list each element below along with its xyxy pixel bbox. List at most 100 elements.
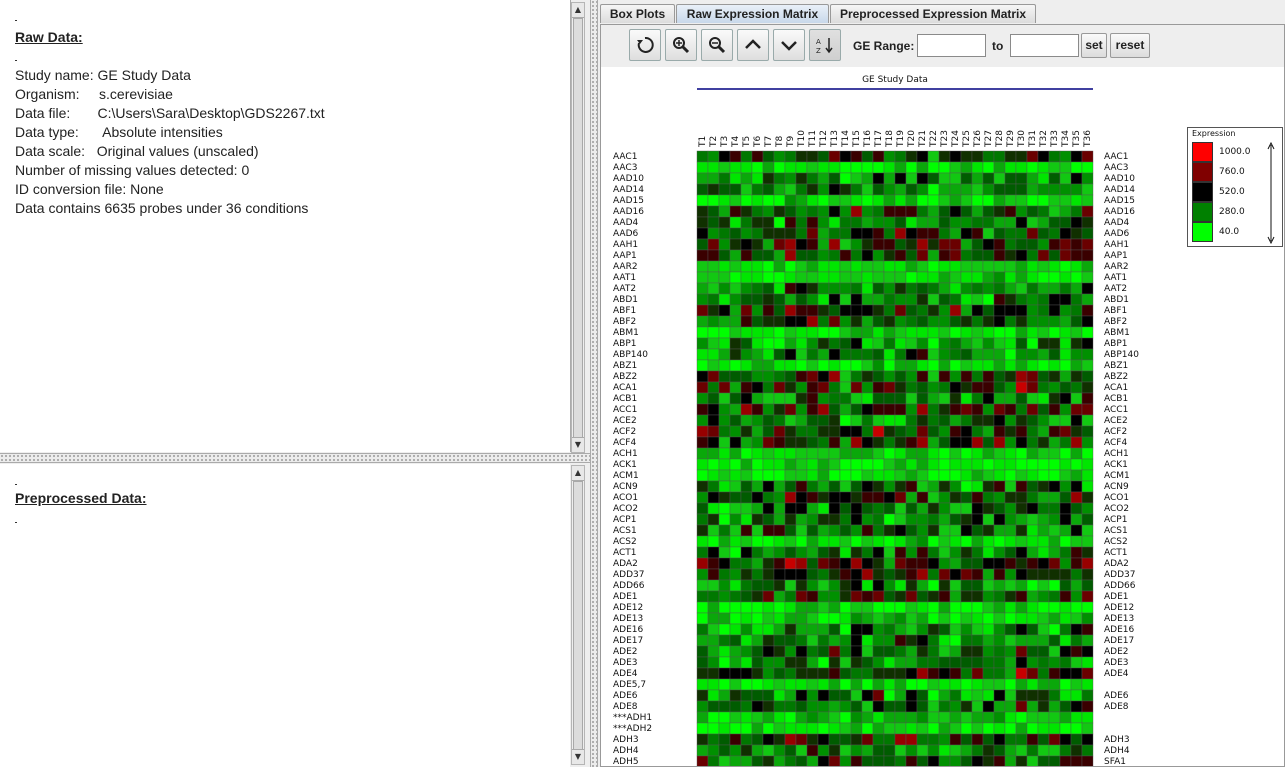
heatmap-cell[interactable]	[729, 337, 742, 350]
heatmap-cell[interactable]	[872, 194, 885, 207]
heatmap-cell[interactable]	[696, 260, 709, 273]
heatmap-cell[interactable]	[927, 370, 940, 383]
heatmap-cell[interactable]	[707, 370, 720, 383]
heatmap-cell[interactable]	[960, 425, 973, 438]
heatmap-cell[interactable]	[784, 183, 797, 196]
heatmap-cell[interactable]	[828, 645, 841, 658]
heatmap-cell[interactable]	[927, 282, 940, 295]
heatmap-cell[interactable]	[916, 194, 929, 207]
heatmap-cell[interactable]	[949, 678, 962, 691]
heatmap-cell[interactable]	[1059, 370, 1072, 383]
heatmap-cell[interactable]	[1048, 381, 1061, 394]
heatmap-cell[interactable]	[1081, 601, 1094, 614]
heatmap-cell[interactable]	[729, 150, 742, 163]
heatmap-cell[interactable]	[850, 590, 863, 603]
heatmap-cell[interactable]	[883, 249, 896, 262]
heatmap-cell[interactable]	[971, 304, 984, 317]
heatmap-cell[interactable]	[729, 161, 742, 174]
heatmap-cell[interactable]	[828, 183, 841, 196]
heatmap-cell[interactable]	[1059, 183, 1072, 196]
heatmap-cell[interactable]	[773, 491, 786, 504]
heatmap-cell[interactable]	[773, 469, 786, 482]
heatmap-cell[interactable]	[1070, 601, 1083, 614]
heatmap-cell[interactable]	[1004, 524, 1017, 537]
heatmap-cell[interactable]	[894, 711, 907, 724]
heatmap-cell[interactable]	[949, 634, 962, 647]
heatmap-cell[interactable]	[806, 579, 819, 592]
heatmap-cell[interactable]	[729, 645, 742, 658]
heatmap-cell[interactable]	[817, 260, 830, 273]
heatmap-cell[interactable]	[795, 755, 808, 766]
heatmap-cell[interactable]	[938, 678, 951, 691]
heatmap-cell[interactable]	[696, 425, 709, 438]
heatmap-cell[interactable]	[1048, 645, 1061, 658]
heatmap-cell[interactable]	[718, 579, 731, 592]
heatmap-cell[interactable]	[1015, 172, 1028, 185]
heatmap-cell[interactable]	[828, 755, 841, 766]
heatmap-cell[interactable]	[762, 722, 775, 735]
heatmap-cell[interactable]	[817, 524, 830, 537]
heatmap-cell[interactable]	[839, 744, 852, 757]
heatmap-cell[interactable]	[861, 744, 874, 757]
heatmap-cell[interactable]	[883, 392, 896, 405]
heatmap-cell[interactable]	[696, 755, 709, 766]
heatmap-cell[interactable]	[1004, 513, 1017, 526]
heatmap-cell[interactable]	[1070, 403, 1083, 416]
heatmap-cell[interactable]	[1004, 634, 1017, 647]
heatmap-cell[interactable]	[905, 414, 918, 427]
heatmap-cell[interactable]	[1070, 370, 1083, 383]
heatmap-cell[interactable]	[1004, 480, 1017, 493]
heatmap-cell[interactable]	[828, 722, 841, 735]
heatmap-cell[interactable]	[795, 733, 808, 746]
heatmap-cell[interactable]	[828, 480, 841, 493]
heatmap-cell[interactable]	[850, 733, 863, 746]
heatmap-cell[interactable]	[1048, 480, 1061, 493]
heatmap-cell[interactable]	[982, 678, 995, 691]
heatmap-cell[interactable]	[861, 711, 874, 724]
heatmap-cell[interactable]	[696, 546, 709, 559]
heatmap-cell[interactable]	[740, 370, 753, 383]
heatmap-cell[interactable]	[718, 150, 731, 163]
heatmap-cell[interactable]	[1037, 150, 1050, 163]
heatmap-cell[interactable]	[949, 546, 962, 559]
heatmap-cell[interactable]	[938, 535, 951, 548]
heatmap-cell[interactable]	[861, 194, 874, 207]
heatmap-cell[interactable]	[1070, 524, 1083, 537]
heatmap-cell[interactable]	[1048, 458, 1061, 471]
heatmap-cell[interactable]	[718, 689, 731, 702]
heatmap-cell[interactable]	[894, 304, 907, 317]
heatmap-cell[interactable]	[828, 656, 841, 669]
heatmap-cell[interactable]	[872, 513, 885, 526]
heatmap-cell[interactable]	[1037, 161, 1050, 174]
heatmap-cell[interactable]	[1037, 392, 1050, 405]
heatmap-cell[interactable]	[740, 524, 753, 537]
heatmap-cell[interactable]	[971, 315, 984, 328]
heatmap-cell[interactable]	[751, 590, 764, 603]
heatmap-cell[interactable]	[1015, 271, 1028, 284]
heatmap-cell[interactable]	[729, 491, 742, 504]
heatmap-cell[interactable]	[1004, 227, 1017, 240]
heatmap-cell[interactable]	[1059, 282, 1072, 295]
heatmap-cell[interactable]	[960, 733, 973, 746]
heatmap-cell[interactable]	[839, 579, 852, 592]
heatmap-cell[interactable]	[916, 359, 929, 372]
heatmap-cell[interactable]	[938, 194, 951, 207]
heatmap-cell[interactable]	[894, 612, 907, 625]
heatmap-cell[interactable]	[1015, 656, 1028, 669]
heatmap-cell[interactable]	[883, 524, 896, 537]
heatmap-cell[interactable]	[817, 238, 830, 251]
heatmap-cell[interactable]	[938, 667, 951, 680]
heatmap-cell[interactable]	[971, 579, 984, 592]
heatmap-cell[interactable]	[740, 667, 753, 680]
heatmap-cell[interactable]	[718, 260, 731, 273]
heatmap-cell[interactable]	[927, 535, 940, 548]
heatmap-cell[interactable]	[1037, 447, 1050, 460]
heatmap-cell[interactable]	[905, 337, 918, 350]
heatmap-cell[interactable]	[872, 260, 885, 273]
heatmap-cell[interactable]	[949, 271, 962, 284]
heatmap-cell[interactable]	[740, 403, 753, 416]
heatmap-cell[interactable]	[938, 348, 951, 361]
heatmap-cell[interactable]	[1026, 711, 1039, 724]
heatmap-cell[interactable]	[949, 161, 962, 174]
heatmap-cell[interactable]	[883, 271, 896, 284]
